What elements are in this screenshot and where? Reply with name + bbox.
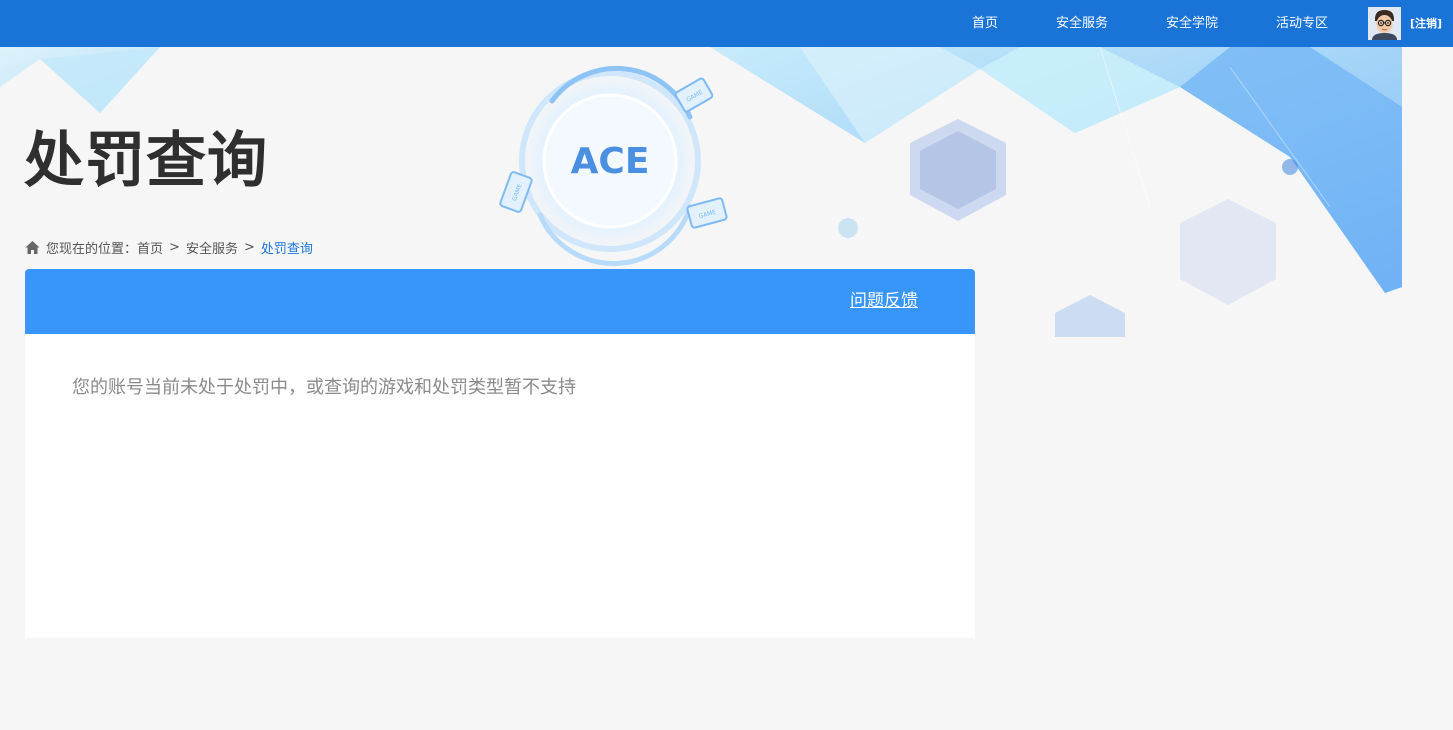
home-icon (25, 240, 40, 254)
result-card-header: 问题反馈 (25, 269, 975, 334)
user-avatar-icon (1368, 7, 1401, 40)
breadcrumb-separator: > (243, 239, 255, 255)
logout-link[interactable]: [注销] (1410, 0, 1442, 47)
nav-item-events[interactable]: 活动专区 (1276, 0, 1328, 47)
nav-item-security-service[interactable]: 安全服务 (1056, 0, 1108, 47)
ace-logo-text: ACE (571, 141, 650, 182)
page-title: 处罚查询 (24, 126, 268, 196)
top-navigation-bar: 首页 安全服务 安全学院 活动专区 [注销] (0, 0, 1453, 47)
breadcrumb-current-page[interactable]: 处罚查询 (261, 238, 313, 257)
breadcrumb-security-service[interactable]: 安全服务 (186, 238, 238, 257)
feedback-link[interactable]: 问题反馈 (850, 269, 918, 334)
nav-item-security-academy[interactable]: 安全学院 (1166, 0, 1218, 47)
user-avatar[interactable] (1368, 7, 1401, 40)
result-card: 问题反馈 您的账号当前未处于处罚中，或查询的游戏和处罚类型暂不支持 (25, 269, 975, 638)
breadcrumb-prefix: 您现在的位置： (46, 241, 138, 257)
result-message: 您的账号当前未处于处罚中，或查询的游戏和处罚类型暂不支持 (72, 377, 576, 398)
breadcrumb-home[interactable]: 首页 (137, 238, 163, 257)
breadcrumb: 您现在的位置： 首页 > 安全服务 > 处罚查询 (25, 237, 313, 257)
nav-item-home[interactable]: 首页 (972, 0, 998, 47)
breadcrumb-separator: > (169, 239, 180, 255)
